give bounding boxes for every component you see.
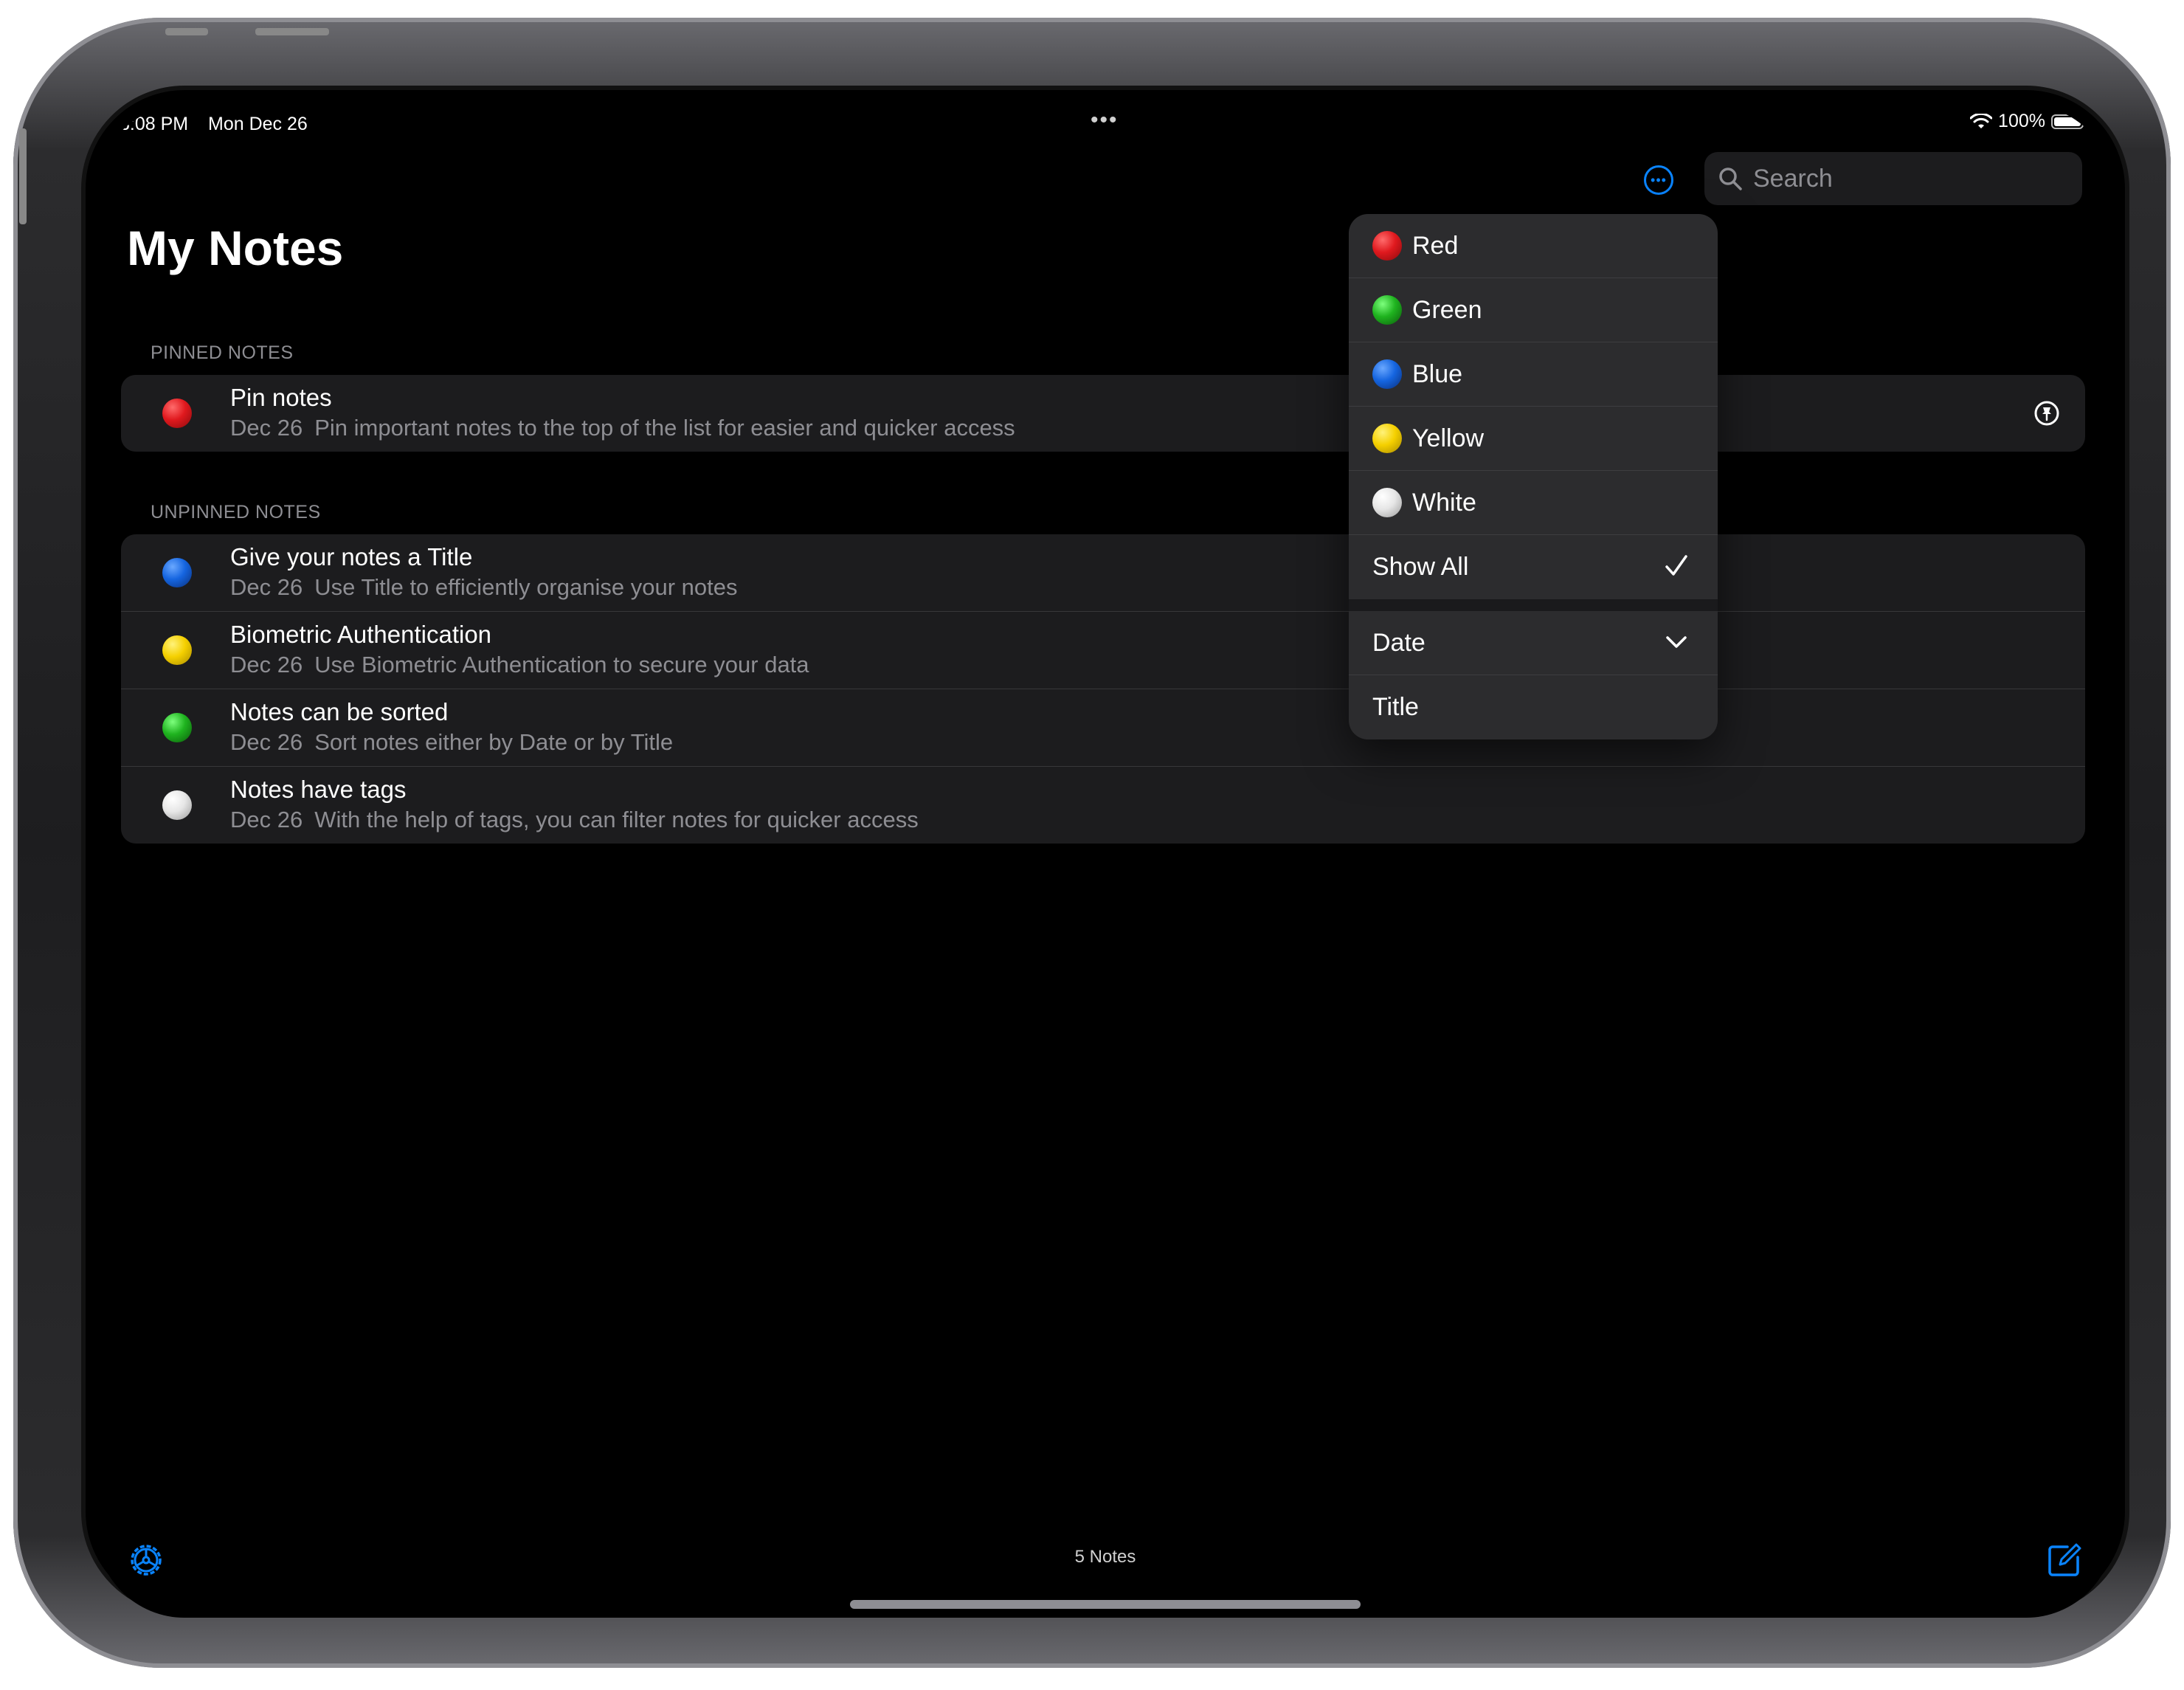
note-date: Dec 26 (230, 574, 303, 600)
chevron-down-icon (1666, 636, 1687, 648)
note-subtitle: Dec 26 Pin important notes to the top of … (230, 415, 1015, 441)
note-summary: Sort notes either by Date or by Title (314, 729, 674, 755)
pin-icon[interactable] (2033, 400, 2060, 427)
ellipsis-circle-icon[interactable]: ••• (1644, 165, 1673, 195)
battery-icon (2051, 114, 2087, 129)
menu-item-label: Date (1372, 628, 1426, 657)
notes-count: 5 Notes (1074, 1547, 1136, 1567)
top-button-right (255, 28, 329, 35)
menu-item-label: Red (1412, 231, 1459, 260)
pinned-section-header: PINNED NOTES (151, 342, 294, 363)
note-title: Notes can be sorted (230, 698, 449, 725)
menu-separator (1349, 599, 1718, 611)
note-summary: Use Title to efficiently organise your n… (314, 574, 738, 600)
menu-item-red[interactable]: Red (1349, 214, 1718, 278)
pinned-notes-list: Pin notes Dec 26 Pin important notes to t… (121, 375, 2085, 452)
note-row[interactable]: Give your notes a Title Dec 26 Use Title … (121, 534, 2085, 612)
page-title: My Notes (127, 221, 344, 275)
note-row[interactable]: Notes can be sorted Dec 26 Sort notes eit… (121, 689, 2085, 767)
note-title: Notes have tags (230, 776, 407, 803)
screen: 3:08 PM Mon Dec 26 ••• 100% ••• My Notes… (96, 105, 2115, 1618)
status-right: 100% (1970, 111, 2087, 132)
tag-dot-red (162, 399, 192, 428)
note-subtitle: Dec 26 Sort notes either by Date or by Ti… (230, 729, 673, 756)
ipad-frame: 3:08 PM Mon Dec 26 ••• 100% ••• My Notes… (13, 18, 2171, 1668)
tag-dot-yellow (162, 635, 192, 665)
menu-item-white[interactable]: White (1349, 471, 1718, 535)
menu-item-label: Show All (1372, 553, 1469, 581)
note-date: Dec 26 (230, 807, 303, 832)
tag-dot-green (162, 713, 192, 742)
note-subtitle: Dec 26 Use Title to efficiently organise … (230, 574, 737, 601)
note-row[interactable]: Biometric Authentication Dec 26 Use Biome… (121, 612, 2085, 689)
compose-icon[interactable] (2045, 1541, 2084, 1579)
filter-sort-menu: Red Green Blue Yellow White Show All Dat… (1349, 214, 1718, 739)
unpinned-section-header: UNPINNED NOTES (151, 502, 321, 522)
top-button-left (165, 28, 208, 35)
menu-item-yellow[interactable]: Yellow (1349, 407, 1718, 471)
tag-dot-white (1372, 488, 1402, 517)
home-indicator[interactable] (850, 1600, 1361, 1609)
menu-item-show-all[interactable]: Show All (1349, 535, 1718, 599)
tag-dot-red (1372, 231, 1402, 261)
menu-item-sort-date[interactable]: Date (1349, 611, 1718, 675)
note-subtitle: Dec 26 With the help of tags, you can fil… (230, 807, 919, 833)
tag-dot-white (162, 790, 192, 820)
tag-dot-blue (162, 558, 192, 587)
note-title: Give your notes a Title (230, 543, 473, 570)
search-input[interactable] (1752, 163, 2050, 194)
menu-item-blue[interactable]: Blue (1349, 342, 1718, 407)
note-row[interactable]: Pin notes Dec 26 Pin important notes to t… (121, 375, 2085, 452)
note-summary: With the help of tags, you can filter no… (314, 807, 919, 832)
tag-dot-green (1372, 295, 1402, 325)
note-row[interactable]: Notes have tags Dec 26 With the help of t… (121, 767, 2085, 844)
menu-item-sort-title[interactable]: Title (1349, 675, 1718, 739)
status-date: Mon Dec 26 (208, 114, 308, 134)
multitasking-dots[interactable]: ••• (1091, 108, 1119, 133)
menu-item-label: Green (1412, 295, 1482, 324)
note-summary: Pin important notes to the top of the li… (314, 415, 1015, 441)
menu-item-label: Blue (1412, 359, 1463, 388)
status-time: 3:08 PM (120, 114, 189, 134)
note-date: Dec 26 (230, 652, 303, 677)
menu-item-label: White (1412, 488, 1476, 517)
battery-percent: 100% (1998, 111, 2045, 131)
menu-item-label: Yellow (1412, 424, 1485, 452)
note-title: Biometric Authentication (230, 621, 492, 648)
tag-dot-blue (1372, 359, 1402, 389)
note-summary: Use Biometric Authentication to secure y… (314, 652, 809, 677)
checkmark-icon (1665, 555, 1687, 576)
menu-item-label: Title (1372, 693, 1419, 721)
note-subtitle: Dec 26 Use Biometric Authentication to se… (230, 652, 809, 678)
note-date: Dec 26 (230, 729, 303, 755)
menu-item-green[interactable]: Green (1349, 278, 1718, 342)
wifi-icon (1970, 113, 1993, 128)
unpinned-notes-list: Give your notes a Title Dec 26 Use Title … (121, 534, 2085, 844)
search-icon (1719, 168, 1742, 190)
note-title: Pin notes (230, 384, 332, 411)
note-date: Dec 26 (230, 415, 303, 441)
tag-dot-yellow (1372, 424, 1402, 453)
search-bar[interactable] (1704, 152, 2082, 205)
side-button (19, 128, 27, 224)
